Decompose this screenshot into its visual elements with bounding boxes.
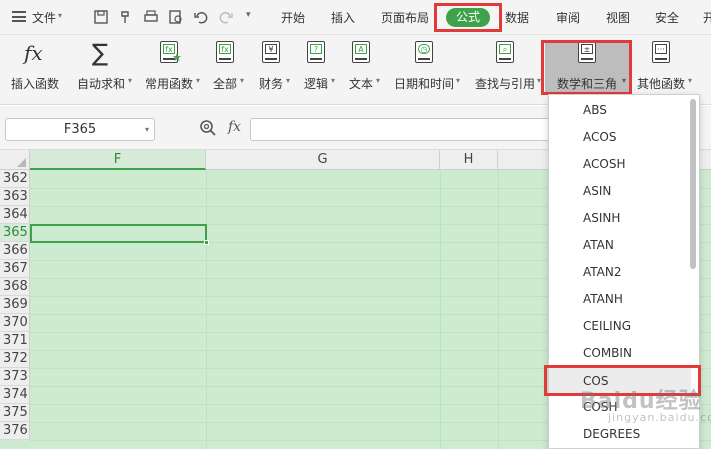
- print-preview-icon[interactable]: [168, 9, 184, 25]
- date-time-button[interactable]: ◷ 日期和时间 ▾: [388, 41, 460, 99]
- chevron-down-icon: ▾: [195, 76, 200, 85]
- column-header-g[interactable]: G: [206, 150, 440, 170]
- gridline: [498, 170, 499, 449]
- file-menu[interactable]: 文件: [32, 9, 56, 26]
- row-header[interactable]: 372: [0, 350, 30, 368]
- logic-icon: ?: [305, 41, 327, 65]
- zoom-search-icon[interactable]: [199, 119, 217, 137]
- tab-more[interactable]: 开: [703, 9, 711, 26]
- fill-handle[interactable]: [204, 240, 209, 245]
- function-item-acos[interactable]: ACOS: [549, 124, 691, 150]
- more-functions-button[interactable]: ··· 其他函数 ▾: [632, 41, 692, 99]
- more-functions-icon: ···: [650, 41, 672, 65]
- finance-button[interactable]: ¥ 财务 ▾: [252, 41, 290, 99]
- row-header[interactable]: 371: [0, 332, 30, 350]
- tab-insert[interactable]: 插入: [331, 9, 355, 26]
- chevron-down-icon: ▾: [239, 76, 244, 85]
- baidu-watermark: Baidu经验 jingyan.baidu.com: [580, 389, 711, 424]
- tab-review[interactable]: 审阅: [556, 9, 580, 26]
- tab-formulas[interactable]: 公式: [446, 8, 490, 27]
- tab-view[interactable]: 视图: [606, 9, 630, 26]
- menu-icon[interactable]: [12, 11, 26, 22]
- function-item-asin[interactable]: ASIN: [549, 178, 691, 204]
- save-icon[interactable]: [93, 9, 109, 25]
- row-header[interactable]: 363: [0, 188, 30, 206]
- format-painter-icon[interactable]: [118, 9, 134, 25]
- row-header[interactable]: 362: [0, 170, 30, 188]
- undo-icon[interactable]: [193, 9, 209, 25]
- tab-security[interactable]: 安全: [655, 9, 679, 26]
- highlight-box-math-trig: [541, 40, 632, 95]
- row-header[interactable]: 370: [0, 314, 30, 332]
- function-item-ceiling[interactable]: CEILING: [549, 313, 691, 339]
- column-header-h[interactable]: H: [440, 150, 498, 170]
- row-header[interactable]: 367: [0, 260, 30, 278]
- gridline: [440, 170, 441, 449]
- dropdown-scrollbar[interactable]: [690, 99, 696, 269]
- all-functions-icon: fx: [214, 41, 236, 65]
- chevron-down-icon: ▾: [285, 76, 290, 85]
- chevron-down-icon[interactable]: ▾: [58, 11, 62, 20]
- logic-button[interactable]: ? 逻辑 ▾: [297, 41, 335, 99]
- clock-icon: ◷: [413, 41, 435, 65]
- menu-bar: 文件 ▾ ▾ 开始 插入 页面布局 公式 数据 审阅 视图 安全 开: [0, 0, 711, 35]
- function-item-asinh[interactable]: ASINH: [549, 205, 691, 231]
- chevron-down-icon: ▾: [687, 76, 692, 85]
- name-box[interactable]: F365 ▾: [5, 118, 155, 141]
- finance-icon: ¥: [260, 41, 282, 65]
- lookup-reference-button[interactable]: ⌕ 查找与引用 ▾: [469, 41, 541, 99]
- sigma-icon: ∑: [92, 39, 109, 67]
- text-icon: A: [350, 41, 372, 65]
- common-functions-button[interactable]: fx ★ 常用函数 ▾: [138, 41, 200, 99]
- insert-function-button[interactable]: fx 插入函数: [6, 41, 64, 99]
- active-cell-f365[interactable]: [30, 224, 209, 245]
- row-header[interactable]: 368: [0, 278, 30, 296]
- row-header[interactable]: 366: [0, 242, 30, 260]
- row-header[interactable]: 373: [0, 368, 30, 386]
- formula-input[interactable]: [250, 118, 550, 141]
- star-function-icon: fx ★: [158, 41, 182, 65]
- fx-icon[interactable]: fx: [228, 119, 241, 135]
- row-header[interactable]: 364: [0, 206, 30, 224]
- row-header[interactable]: 369: [0, 296, 30, 314]
- column-header-f[interactable]: F: [30, 150, 206, 170]
- all-functions-button[interactable]: fx 全部 ▾: [206, 41, 244, 99]
- quick-access-more-icon[interactable]: ▾: [246, 10, 251, 20]
- chevron-down-icon: ▾: [455, 76, 460, 85]
- text-functions-button[interactable]: A 文本 ▾: [342, 41, 380, 99]
- chevron-down-icon: ▾: [127, 76, 132, 85]
- row-header-active[interactable]: 365: [0, 224, 30, 242]
- chevron-down-icon: ▾: [330, 76, 335, 85]
- tab-home[interactable]: 开始: [281, 9, 305, 26]
- function-item-atanh[interactable]: ATANH: [549, 286, 691, 312]
- function-item-abs[interactable]: ABS: [549, 97, 691, 123]
- redo-icon[interactable]: [218, 9, 234, 25]
- function-item-atan[interactable]: ATAN: [549, 232, 691, 258]
- row-header[interactable]: 375: [0, 404, 30, 422]
- lookup-icon: ⌕: [494, 41, 516, 65]
- fx-icon: fx: [24, 41, 43, 65]
- tab-data[interactable]: 数据: [505, 9, 529, 26]
- function-item-degrees[interactable]: DEGREES: [549, 421, 691, 447]
- autosum-button[interactable]: ∑ 自动求和 ▾: [70, 39, 132, 99]
- gridline: [206, 170, 207, 449]
- select-all-corner[interactable]: [0, 150, 30, 170]
- function-item-combin[interactable]: COMBIN: [549, 340, 691, 366]
- print-icon[interactable]: [143, 9, 159, 25]
- chevron-down-icon: ▾: [375, 76, 380, 85]
- name-box-value: F365: [63, 122, 97, 137]
- chevron-down-icon[interactable]: ▾: [145, 119, 149, 140]
- function-item-acosh[interactable]: ACOSH: [549, 151, 691, 177]
- tab-page-layout[interactable]: 页面布局: [381, 9, 429, 26]
- function-item-atan2[interactable]: ATAN2: [549, 259, 691, 285]
- row-header[interactable]: 374: [0, 386, 30, 404]
- row-header[interactable]: 376: [0, 422, 30, 440]
